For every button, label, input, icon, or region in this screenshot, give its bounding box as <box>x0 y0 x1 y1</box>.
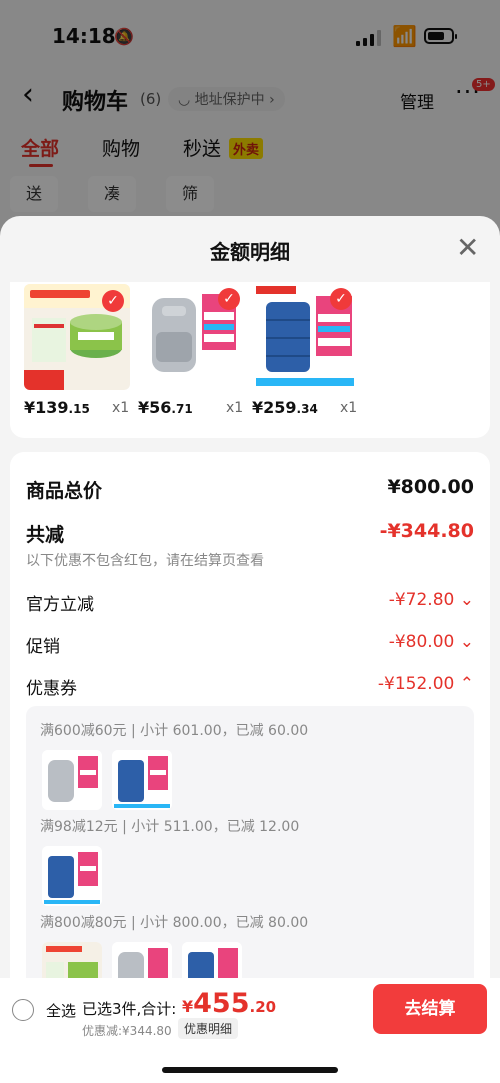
discount-detail-button[interactable]: 优惠明细 <box>178 1018 239 1039</box>
coupon-amount: -¥152.00 <box>377 674 455 694</box>
official-discount-label: 官方立减 <box>26 595 94 615</box>
coupon-rule-line: 满800减80元 | 小计 800.00，已减 80.00 <box>40 915 309 931</box>
select-all-radio[interactable] <box>12 999 34 1021</box>
coupon-rule: 满800减80元 <box>40 915 127 931</box>
coupon-rule: 满600减60元 <box>40 723 127 739</box>
checkout-bar: 全选 已选3件,合计: ¥455.20 优惠减:¥344.80 优惠明细 去结算 <box>0 978 500 1083</box>
coupon-rule: 满98减12元 <box>40 819 118 835</box>
coupon-subtotal: 小计 511.00，已减 12.00 <box>131 819 300 835</box>
total-reduction-label: 共减 <box>26 524 65 546</box>
select-all-label[interactable]: 全选 <box>46 1000 76 1021</box>
product-qty: x1 <box>340 400 358 416</box>
product-qty: x1 <box>226 400 244 416</box>
checkout-button[interactable]: 去结算 <box>373 984 487 1034</box>
product-qty: x1 <box>112 400 130 416</box>
total-decimal: .20 <box>249 998 277 1016</box>
price-integer: ¥56 <box>138 398 172 417</box>
price-decimal: .15 <box>68 402 90 416</box>
total-reduction-value: -¥344.80 <box>379 520 474 542</box>
selected-check-icon: ✓ <box>218 288 240 310</box>
coupon-subtotal: 小计 601.00，已减 60.00 <box>140 723 309 739</box>
product-card: ✓ ¥139.15 x1 ✓ ¥56.71 x1 ✓ ¥259.34 x1 <box>10 282 490 438</box>
price-integer: ¥259 <box>252 398 297 417</box>
sheet-title: 金额明细 <box>210 240 290 264</box>
close-icon[interactable]: ✕ <box>456 234 479 262</box>
official-discount-amount: -¥72.80 <box>388 590 455 610</box>
official-discount-value: -¥72.80 ⌄ <box>389 590 474 610</box>
total-integer: 455 <box>193 988 250 1019</box>
promotion-value: -¥80.00 ⌄ <box>389 632 474 652</box>
home-indicator <box>162 1067 338 1073</box>
price-integer: ¥139 <box>24 398 69 417</box>
total-currency: ¥ <box>182 997 194 1016</box>
amount-detail-sheet: 金额明细 ✕ ✓ ¥139.15 x1 ✓ ¥56.71 x1 ✓ ¥259.3… <box>0 216 500 1083</box>
product-price: ¥139.15 <box>24 398 90 417</box>
coupon-product-thumb-backpack <box>42 750 102 810</box>
selected-check-icon: ✓ <box>102 290 124 312</box>
coupon-rule-line: 满98减12元 | 小计 511.00，已减 12.00 <box>40 819 300 835</box>
total-price-label: 商品总价 <box>26 480 103 502</box>
total-amount: ¥455.20 <box>182 988 276 1019</box>
promotion-amount: -¥80.00 <box>388 632 455 652</box>
selected-check-icon: ✓ <box>330 288 352 310</box>
price-decimal: .71 <box>171 402 193 416</box>
coupon-product-thumb-suitcase <box>112 750 172 810</box>
coupon-value: -¥152.00 ⌃ <box>378 674 474 694</box>
product-price: ¥259.34 <box>252 398 318 417</box>
reduction-note: 以下优惠不包含红包，请在结算页查看 <box>26 553 264 569</box>
coupon-rule-line: 满600减60元 | 小计 601.00，已减 60.00 <box>40 723 309 739</box>
coupon-subtotal: 小计 800.00，已减 80.00 <box>140 915 309 931</box>
coupon-product-thumb-suitcase <box>42 846 102 906</box>
chevron-up-icon: ⌃ <box>459 674 474 694</box>
coupon-label: 优惠券 <box>26 679 77 699</box>
chevron-down-icon: ⌄ <box>459 632 474 652</box>
price-decimal: .34 <box>296 402 318 416</box>
total-price-value: ¥800.00 <box>387 476 474 498</box>
selected-summary: 已选3件,合计: <box>82 1000 177 1018</box>
chevron-down-icon: ⌄ <box>459 590 474 610</box>
discount-summary: 优惠减:¥344.80 <box>82 1024 172 1038</box>
promotion-label: 促销 <box>26 637 60 657</box>
product-price: ¥56.71 <box>138 398 193 417</box>
